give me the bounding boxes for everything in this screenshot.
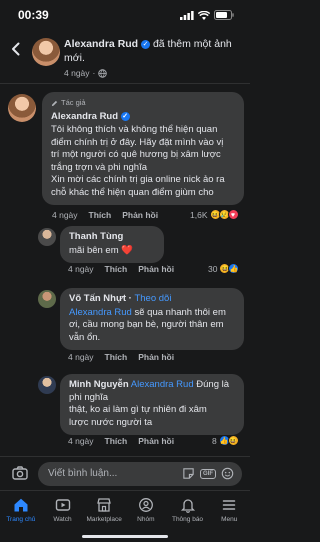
like-button[interactable]: Thích <box>105 264 128 274</box>
status-icons <box>180 10 234 20</box>
like-button[interactable]: Thích <box>89 210 112 220</box>
globe-icon <box>98 68 108 78</box>
battery-icon <box>214 10 234 20</box>
camera-icon[interactable] <box>12 466 28 480</box>
comment-text: Alexandra Rud sẽ qua nhanh thôi em ơi, c… <box>69 306 226 343</box>
emoji-icon[interactable] <box>221 467 234 480</box>
mention-link[interactable]: Alexandra Rud <box>69 307 132 318</box>
comment-time: 4 ngày <box>52 210 78 220</box>
comment-item: Tác giả Alexandra Rud ✓ Tôi không thích … <box>0 90 250 230</box>
comment-time: 4 ngày <box>68 264 94 274</box>
like-reaction-icon: 👍 <box>228 263 240 274</box>
author-avatar[interactable] <box>32 38 60 66</box>
comment-text: mãi bên em ❤️ <box>69 244 134 256</box>
status-time: 00:39 <box>18 8 49 22</box>
verified-icon: ✓ <box>120 111 130 121</box>
tab-home[interactable]: Trang chủ <box>0 491 42 542</box>
tab-menu[interactable]: Menu <box>208 491 250 542</box>
tab-notifications[interactable]: Thông báo <box>167 491 209 542</box>
like-button[interactable]: Thích <box>105 436 128 446</box>
home-icon <box>14 498 28 512</box>
comment-author[interactable]: Alexandra Rud <box>51 111 118 122</box>
reaction-count: 30 <box>208 263 218 274</box>
comment-bubble[interactable]: Minh Nguyễn Alexandra Rud Đúng là phi ng… <box>60 374 244 435</box>
reply-button[interactable]: Phản hồi <box>138 352 174 362</box>
comment-avatar[interactable] <box>38 376 56 394</box>
comments-list[interactable]: Tác giả Alexandra Rud ✓ Tôi không thích … <box>0 84 250 456</box>
comment-actions: 4 ngày Thích Phản hồi <box>68 264 174 274</box>
reply-button[interactable]: Phản hồi <box>138 436 174 446</box>
reaction-count: 8 <box>212 435 217 446</box>
groups-icon <box>138 498 153 512</box>
gif-icon[interactable]: GIF <box>200 468 216 479</box>
sticker-icon[interactable] <box>182 467 195 480</box>
comment-time: 4 ngày <box>68 352 94 362</box>
comment-bubble[interactable]: Tác giả Alexandra Rud ✓ Tôi không thích … <box>42 92 244 205</box>
comment-actions: 4 ngày Thích Phản hồi <box>52 210 158 220</box>
comment-author[interactable]: Minh Nguyễn <box>69 379 129 390</box>
comment-actions: 4 ngày Thích Phản hồi <box>68 352 174 362</box>
comment-avatar[interactable] <box>8 94 36 122</box>
author-name[interactable]: Alexandra Rud <box>64 38 138 50</box>
haha-reaction-icon: 😆 <box>227 435 239 446</box>
comment-text: Tôi không thích và không thể hiện quan đ… <box>51 124 225 198</box>
comment-item: Minh Nguyễn Alexandra Rud Đúng là phi ng… <box>0 374 250 454</box>
status-bar: 00:39 <box>0 0 250 30</box>
reaction-summary[interactable]: 1,6K 😆 😢 ♥ <box>190 209 239 220</box>
header-text: Alexandra Rud ✓ đã thêm một ảnh mới. 4 n… <box>64 38 232 78</box>
comment-composer: Viết bình luận... GIF <box>0 456 250 490</box>
reply-button[interactable]: Phản hồi <box>122 210 158 220</box>
comment-author[interactable]: Thanh Tùng <box>69 231 155 244</box>
bell-icon <box>180 499 195 513</box>
comment-item: Thanh Tùng mãi bên em ❤️ 4 ngày Thích Ph… <box>0 226 250 284</box>
author-tag: Tác giả <box>51 97 235 110</box>
signal-icon <box>180 10 194 20</box>
follow-button[interactable]: Theo dõi <box>134 293 171 304</box>
marketplace-icon <box>97 498 112 512</box>
comment-placeholder: Viết bình luận... <box>48 468 118 479</box>
reaction-summary[interactable]: 30 😆 👍 <box>208 263 240 274</box>
pencil-icon <box>51 100 58 106</box>
comment-item: Võ Tấn Nhựt · Theo dõi Alexandra Rud sẽ … <box>0 288 250 370</box>
back-arrow-icon[interactable] <box>8 41 24 57</box>
comment-actions: 4 ngày Thích Phản hồi <box>68 436 174 446</box>
comment-author[interactable]: Võ Tấn Nhựt <box>69 293 126 304</box>
verified-icon: ✓ <box>141 40 151 49</box>
post-time: 4 ngày <box>64 68 90 78</box>
comment-bubble[interactable]: Võ Tấn Nhựt · Theo dõi Alexandra Rud sẽ … <box>60 288 244 350</box>
love-reaction-icon: ♥ <box>227 209 239 220</box>
reply-button[interactable]: Phản hồi <box>138 264 174 274</box>
bottom-tab-bar: Trang chủ Watch Marketplace Nhóm Thông b… <box>0 490 250 542</box>
post-header: Alexandra Rud ✓ đã thêm một ảnh mới. 4 n… <box>0 32 250 82</box>
comment-avatar[interactable] <box>38 228 56 246</box>
mention-link[interactable]: Alexandra Rud <box>131 379 194 390</box>
watch-icon <box>55 499 70 511</box>
reaction-count: 1,6K <box>190 209 208 220</box>
comment-input[interactable]: Viết bình luận... GIF <box>38 462 242 486</box>
tab-watch[interactable]: Watch <box>42 491 84 542</box>
home-indicator <box>82 535 168 538</box>
comment-time: 4 ngày <box>68 436 94 446</box>
like-button[interactable]: Thích <box>105 352 128 362</box>
reaction-summary[interactable]: 8 👍 😆 <box>212 435 239 446</box>
comment-avatar[interactable] <box>38 290 56 308</box>
comment-text: Minh Nguyễn Alexandra Rud Đúng là phi ng… <box>69 379 230 428</box>
menu-icon <box>222 500 236 510</box>
comment-bubble[interactable]: Thanh Tùng mãi bên em ❤️ <box>60 226 164 263</box>
wifi-icon <box>198 10 210 20</box>
